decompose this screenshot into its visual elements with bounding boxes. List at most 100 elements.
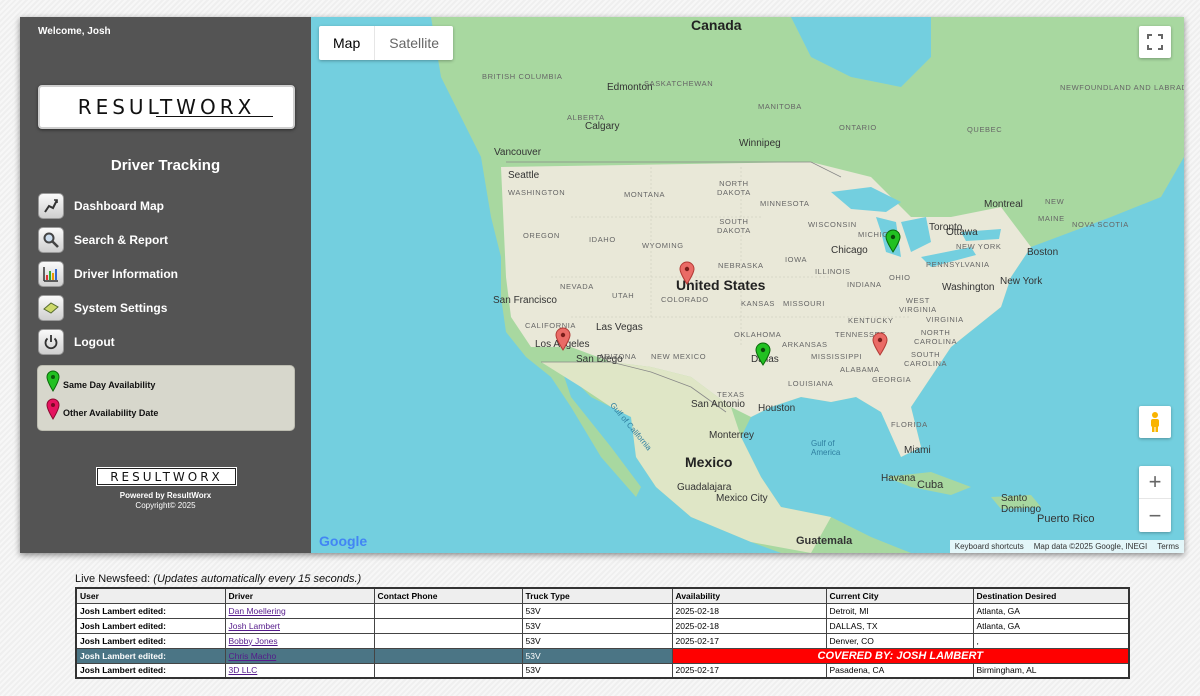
driver-link[interactable]: Josh Lambert	[229, 621, 281, 631]
zoom-out-button[interactable]: −	[1139, 499, 1171, 532]
driver-link[interactable]: Bobby Jones	[229, 636, 278, 646]
cell-phone	[373, 647, 523, 664]
driver-link[interactable]: 3D LLC	[229, 665, 258, 675]
nav-search-report[interactable]: Search & Report	[38, 223, 298, 257]
label-santo-domingo: Santo Domingo	[1001, 493, 1042, 515]
pin-dallas[interactable]	[755, 342, 771, 366]
table-row: Josh Lambert edited: Josh Lambert 53V 20…	[75, 617, 1130, 634]
map-data-text: Map data ©2025 Google, INEGI	[1033, 542, 1148, 551]
pin-detroit[interactable]	[885, 229, 901, 253]
cell-truck: 53V	[521, 617, 673, 634]
label-kansas: KANSAS	[741, 299, 776, 308]
label-havana: Havana	[881, 473, 916, 484]
label-manitoba: MANITOBA	[758, 102, 802, 111]
label-las-vegas: Las Vegas	[596, 322, 643, 333]
cell-availability: 2025-02-17	[671, 632, 827, 649]
label-guatemala: Guatemala	[796, 535, 853, 547]
map-type-map-button[interactable]: Map	[319, 26, 376, 60]
pegman-icon	[1151, 412, 1159, 432]
chart-icon	[38, 261, 64, 287]
label-north-dakota: NORTH DAKOTA	[717, 179, 751, 197]
label-utah: UTAH	[612, 291, 635, 300]
cell-availability: 2025-02-17	[671, 662, 827, 679]
map-view[interactable]: Canada United States Mexico BRITISH COLU…	[311, 17, 1184, 553]
nav-label: System Settings	[74, 301, 168, 315]
newsfeed-title: Live Newsfeed: (Updates automatically ev…	[75, 573, 361, 585]
pin-denver[interactable]	[679, 261, 695, 285]
label-montana: MONTANA	[624, 190, 666, 199]
label-nebraska: NEBRASKA	[718, 261, 764, 270]
label-seattle: Seattle	[508, 170, 540, 181]
newsfeed-subtitle: (Updates automatically every 15 seconds.…	[153, 573, 362, 585]
column-header: Destination Desired	[972, 587, 1130, 604]
label-boston: Boston	[1027, 247, 1059, 258]
label-wyoming: WYOMING	[642, 241, 684, 250]
nav-system-settings[interactable]: System Settings	[38, 291, 298, 325]
fullscreen-button[interactable]	[1139, 26, 1171, 58]
cell-phone	[373, 602, 523, 619]
label-nova-scotia: NOVA SCOTIA	[1072, 220, 1129, 229]
newsfeed-title-label: Live Newsfeed:	[75, 573, 151, 585]
cell-phone	[373, 617, 523, 634]
label-chicago: Chicago	[831, 245, 868, 256]
zoom-in-button[interactable]: +	[1139, 466, 1171, 499]
nav-driver-information[interactable]: Driver Information	[38, 257, 298, 291]
label-pennsylvania: PENNSYLVANIA	[926, 260, 990, 269]
nav-dashboard-map[interactable]: Dashboard Map	[38, 189, 298, 223]
copyright: Copyright© 2025	[135, 501, 196, 510]
legend-other: Other Availability Date	[46, 398, 158, 420]
footer-logo: RESULTWORX	[96, 467, 237, 486]
cell-city: Denver, CO	[825, 632, 974, 649]
table-row: Josh Lambert edited: Dan Moellering 53V …	[75, 602, 1130, 619]
table-row-covered: Josh Lambert edited: Chris Macho 53V COV…	[75, 647, 1130, 664]
pin-southeast[interactable]	[872, 332, 888, 356]
nav-logout[interactable]: Logout	[38, 325, 298, 359]
label-new-york-state: NEW YORK	[956, 242, 1002, 251]
cell-phone	[373, 632, 523, 649]
google-logo-text: Google	[319, 533, 368, 549]
nav-label: Dashboard Map	[74, 199, 165, 213]
logo-underline	[156, 115, 273, 117]
map-type-satellite-button[interactable]: Satellite	[375, 26, 453, 60]
keyboard-shortcuts-link[interactable]: Keyboard shortcuts	[950, 542, 1029, 551]
label-winnipeg: Winnipeg	[739, 138, 781, 149]
cell-driver: Bobby Jones	[224, 632, 375, 649]
label-colorado: COLORADO	[661, 295, 709, 304]
legend-same-day-label: Same Day Availability	[63, 380, 156, 390]
label-idaho: IDAHO	[589, 235, 616, 244]
label-monterrey: Monterrey	[709, 430, 755, 441]
cell-driver: Josh Lambert	[224, 617, 375, 634]
cell-city: Pasadena, CA	[825, 662, 974, 679]
driver-link[interactable]: Chris Macho	[229, 651, 277, 661]
power-icon	[38, 329, 64, 355]
cell-destination: Atlanta, GA	[972, 617, 1130, 634]
label-ohio: OHIO	[889, 273, 911, 282]
sidebar: Welcome, Josh RESULTWORX Driver Tracking…	[20, 17, 311, 553]
pin-pasadena[interactable]	[555, 327, 571, 351]
cell-truck: 53V	[521, 632, 673, 649]
column-header: User	[75, 587, 226, 604]
column-header: Availability	[671, 587, 827, 604]
resultworx-logo: RESULTWORX	[38, 85, 295, 129]
welcome-text: Welcome, Josh	[38, 26, 111, 37]
terms-link[interactable]: Terms	[1152, 542, 1184, 551]
label-saskatchewan: SASKATCHEWAN	[644, 79, 714, 88]
driver-link[interactable]: Dan Moellering	[229, 606, 286, 616]
sidebar-nav: Dashboard Map Search & Report Driver Inf…	[38, 189, 298, 359]
newsfeed-table: User Driver Contact Phone Truck Type Ava…	[75, 587, 1130, 679]
label-houston: Houston	[758, 403, 796, 414]
green-pin-icon	[46, 370, 60, 392]
label-montreal: Montreal	[984, 199, 1023, 210]
legend-other-label: Other Availability Date	[63, 408, 159, 418]
label-minnesota: MINNESOTA	[760, 199, 810, 208]
label-new-brunswick: NEW	[1045, 197, 1065, 206]
street-view-pegman[interactable]	[1139, 406, 1171, 438]
nav-label: Search & Report	[74, 233, 169, 247]
label-british-columbia: BRITISH COLUMBIA	[482, 72, 563, 81]
label-canada: Canada	[691, 17, 742, 33]
label-san-antonio: San Antonio	[691, 399, 745, 410]
label-washington: Washington	[942, 282, 995, 293]
label-new-mexico: NEW MEXICO	[651, 352, 707, 361]
fullscreen-icon	[1147, 34, 1163, 50]
map-route-icon	[38, 193, 64, 219]
